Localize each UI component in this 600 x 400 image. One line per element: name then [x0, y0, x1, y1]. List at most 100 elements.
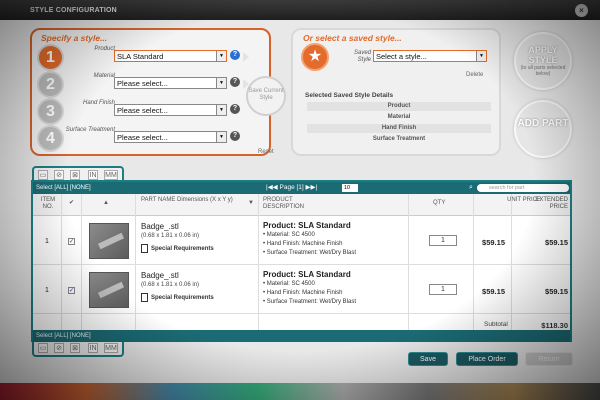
step-product: 1 Product SLA Standard ▼ ?: [37, 44, 267, 71]
table-header: ITEM NO. ✔ ▲ PART NAME Dimensions (X x Y…: [33, 194, 570, 216]
product-material: • Material: SC 4500: [263, 281, 315, 287]
unit-price: $59.15: [482, 238, 505, 247]
table-row: 1 ✓ Badge_.stl (0.68 x 1.81 x 0.06 in) S…: [33, 266, 570, 314]
product-name: Product: SLA Standard: [263, 270, 351, 279]
table-row: 1 ✓ Badge_.stl (0.68 x 1.81 x 0.06 in) S…: [33, 217, 570, 265]
extended-price: $59.15: [545, 287, 568, 296]
close-icon[interactable]: ×: [575, 4, 588, 17]
part-thumbnail: [89, 272, 129, 308]
subtotal-value: $118.30: [541, 321, 568, 330]
select-all-none[interactable]: Select [ALL] [NONE]: [36, 182, 91, 194]
surface-treatment-label: Surface Treatment: [65, 127, 115, 133]
chevron-down-icon: ▼: [216, 51, 226, 61]
save-current-style-button[interactable]: Save Current Style: [246, 76, 286, 116]
material-select[interactable]: Please select... ▼: [114, 77, 227, 89]
document-icon: [141, 244, 148, 253]
parts-grid: Select [ALL] [NONE] |◀◀ Page [1] ▶▶| 10 …: [31, 180, 572, 342]
chevron-down-icon: ▼: [216, 132, 226, 142]
apply-style-label: APPLY STYLE: [528, 45, 558, 65]
clear-icon[interactable]: ⊘: [54, 343, 64, 353]
sort-arrow-icon[interactable]: ▼: [248, 200, 254, 207]
apply-style-note: (to all parts selected below): [520, 65, 566, 77]
item-number: 1: [45, 238, 49, 245]
page-label: Page: [279, 184, 295, 191]
product-material: • Material: SC 4500: [263, 232, 315, 238]
part-name: Badge_.stl: [141, 271, 179, 280]
star-icon: ★: [301, 43, 329, 71]
place-order-button[interactable]: Place Order: [456, 352, 518, 366]
help-icon[interactable]: ?: [230, 104, 240, 114]
special-requirements-link[interactable]: Special Requirements: [151, 295, 214, 301]
grid-toolbar-bottom: ▭ ⊘ ⊠ IN MM: [32, 342, 124, 357]
product-select-value: SLA Standard: [117, 52, 164, 61]
background-page-strip: [0, 383, 600, 400]
help-icon[interactable]: ?: [230, 77, 240, 87]
product-label: Product: [94, 46, 115, 52]
hand-finish-select-value: Please select...: [117, 106, 168, 115]
product-name: Product: SLA Standard: [263, 221, 351, 230]
select-all-none[interactable]: Select [ALL] [NONE]: [36, 330, 91, 342]
add-part-button[interactable]: ADD PART: [514, 100, 572, 158]
search-icon: ⌕: [469, 184, 473, 191]
select-icon[interactable]: ▭: [38, 343, 48, 353]
part-dimensions: (0.68 x 1.81 x 0.06 in): [141, 282, 200, 288]
product-select[interactable]: SLA Standard ▼: [114, 50, 227, 62]
search-input[interactable]: search for part: [477, 184, 569, 192]
return-button[interactable]: Return: [525, 352, 573, 366]
delete-icon[interactable]: ⊠: [70, 170, 80, 180]
chevron-down-icon: ▼: [476, 51, 486, 61]
clear-icon[interactable]: ⊘: [54, 170, 64, 180]
product-surface-treatment: • Surface Treatment: Wet/Dry Blast: [263, 299, 357, 305]
inches-icon[interactable]: IN: [88, 343, 98, 353]
save-button[interactable]: Save: [408, 352, 448, 366]
delete-icon[interactable]: ⊠: [70, 343, 80, 353]
document-icon: [141, 293, 148, 302]
quantity-input[interactable]: 1: [429, 284, 457, 295]
millimeters-icon[interactable]: MM: [104, 343, 118, 353]
grid-footer-bar: Select [ALL] [NONE]: [33, 330, 570, 342]
header-part-name: PART NAME Dimensions (X x Y y): [141, 197, 233, 203]
surface-treatment-select-value: Please select...: [117, 133, 168, 142]
per-page-select[interactable]: 10: [342, 184, 358, 192]
saved-style-panel: Or select a saved style... ★ Saved Style…: [291, 28, 501, 156]
millimeters-icon[interactable]: MM: [104, 170, 118, 180]
detail-row-material: Material: [387, 114, 411, 120]
step-material: 2 Material Please select... ▼ ?: [37, 71, 267, 98]
chevron-down-icon: ▼: [216, 78, 226, 88]
product-hand-finish: • Hand Finish: Machine Finish: [263, 241, 343, 247]
inches-icon[interactable]: IN: [88, 170, 98, 180]
row-checkbox[interactable]: ✓: [68, 238, 75, 245]
help-icon[interactable]: ?: [230, 131, 240, 141]
surface-treatment-select[interactable]: Please select... ▼: [114, 131, 227, 143]
saved-heading: Or select a saved style...: [303, 33, 402, 43]
reset-link[interactable]: Reset: [258, 149, 274, 155]
grid-toolbar-top: ▭ ⊘ ⊠ IN MM: [32, 166, 124, 181]
quantity-input[interactable]: 1: [429, 235, 457, 246]
checkmark-icon: ✔: [69, 200, 75, 206]
apply-style-button[interactable]: APPLY STYLE (to all parts selected below…: [514, 32, 572, 90]
detail-row-surface-treatment: Surface Treatment: [372, 136, 426, 142]
header-item-no: ITEM NO.: [40, 197, 56, 210]
hand-finish-label: Hand Finish: [82, 100, 115, 106]
material-label: Material: [93, 73, 115, 79]
select-icon[interactable]: ▭: [38, 170, 48, 180]
saved-style-select[interactable]: Select a style... ▼: [373, 50, 487, 62]
next-page-icon[interactable]: ▶▶|: [306, 184, 318, 191]
part-name: Badge_.stl: [141, 222, 179, 231]
first-page-icon[interactable]: |◀◀: [266, 184, 278, 191]
product-hand-finish: • Hand Finish: Machine Finish: [263, 290, 343, 296]
row-checkbox[interactable]: ✓: [68, 287, 75, 294]
help-icon[interactable]: ?: [230, 50, 240, 60]
unit-price: $59.15: [482, 287, 505, 296]
item-number: 1: [45, 287, 49, 294]
details-title: Selected Saved Style Details: [305, 92, 394, 99]
material-select-value: Please select...: [117, 79, 168, 88]
header-qty: QTY: [433, 200, 446, 206]
delete-link[interactable]: Delete: [466, 72, 483, 78]
hand-finish-select[interactable]: Please select... ▼: [114, 104, 227, 116]
saved-style-select-value: Select a style...: [376, 52, 427, 61]
detail-row-hand-finish: Hand Finish: [307, 124, 491, 133]
part-dimensions: (0.68 x 1.81 x 0.06 in): [141, 233, 200, 239]
grid-header-bar: Select [ALL] [NONE] |◀◀ Page [1] ▶▶| 10 …: [33, 182, 570, 194]
special-requirements-link[interactable]: Special Requirements: [151, 246, 214, 252]
